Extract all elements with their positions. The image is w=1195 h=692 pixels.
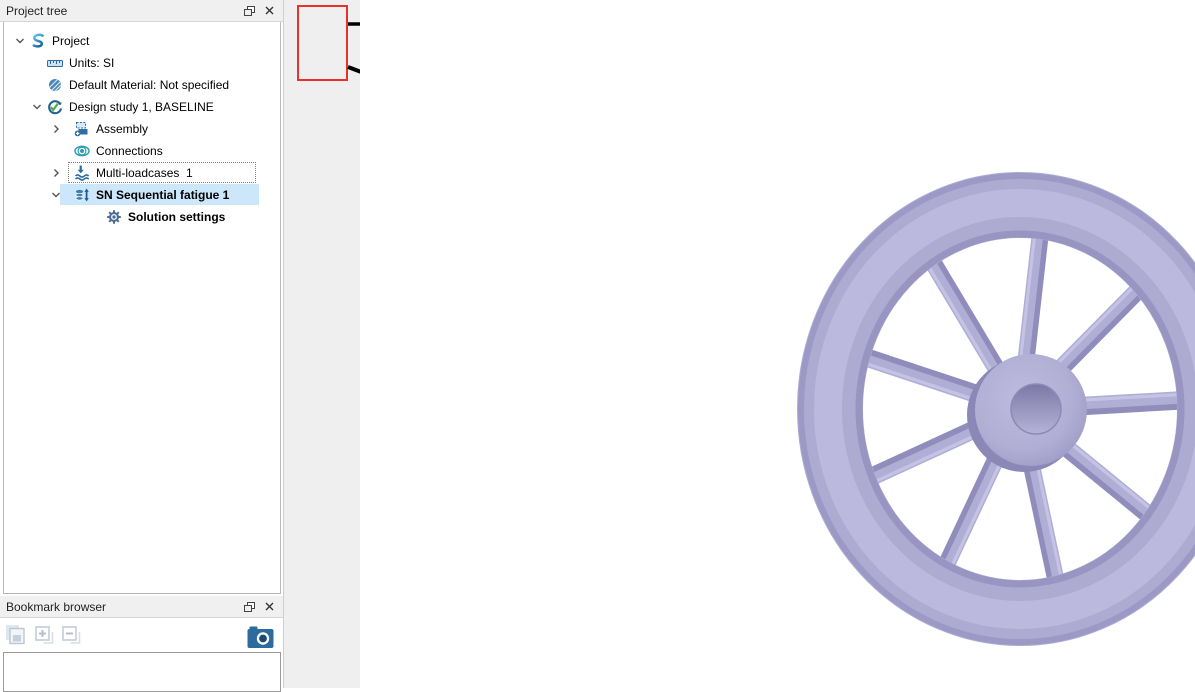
float-panel-button[interactable]: [241, 599, 257, 615]
float-icon: [244, 602, 255, 612]
connections-icon: [74, 143, 90, 159]
simcenter-logo-icon: [30, 33, 46, 49]
material-icon: [47, 77, 63, 93]
assembly-icon: [74, 121, 90, 137]
copy-bookmark-icon[interactable]: [5, 624, 28, 652]
add-bookmark-icon[interactable]: [34, 624, 57, 652]
bookmark-browser-title: Bookmark browser: [6, 600, 237, 614]
close-icon: [265, 602, 274, 611]
chevron-right-icon[interactable]: [48, 168, 64, 178]
tree-item-units[interactable]: Units: SI: [4, 52, 280, 74]
float-icon: [244, 6, 255, 16]
model-viewport[interactable]: [360, 0, 1195, 688]
tree-item-default-material[interactable]: Default Material: Not specified: [4, 74, 280, 96]
solution-settings-gear-icon: [106, 209, 122, 225]
close-panel-button[interactable]: [261, 3, 277, 19]
tree-item-multi-loadcases[interactable]: Multi-loadcases 1: [4, 162, 280, 184]
chevron-down-icon[interactable]: [29, 102, 45, 112]
tree-item-assembly[interactable]: Assembly: [4, 118, 280, 140]
camera-icon[interactable]: [247, 626, 274, 654]
bookmark-list[interactable]: [3, 652, 281, 692]
tree-item-connections[interactable]: Connections: [4, 140, 280, 162]
chevron-down-icon[interactable]: [12, 36, 28, 46]
wheel-model: [790, 162, 1195, 654]
ruler-icon: [47, 55, 63, 71]
float-panel-button[interactable]: [241, 3, 257, 19]
application-window: Project tree Project Units: SI: [0, 0, 1195, 688]
tree-item-project[interactable]: Project: [4, 30, 280, 52]
project-tree-titlebar: Project tree: [0, 0, 283, 22]
bookmark-browser-titlebar: Bookmark browser: [0, 596, 283, 618]
project-tree-title: Project tree: [6, 4, 237, 18]
project-tree: Project Units: SI Default Material: Not …: [3, 22, 281, 594]
tree-item-design-study[interactable]: Design study 1, BASELINE: [4, 96, 280, 118]
remove-bookmark-icon[interactable]: [61, 624, 84, 652]
fatigue-icon: [74, 187, 90, 203]
close-panel-button[interactable]: [261, 599, 277, 615]
tree-item-solution-settings[interactable]: Solution settings: [4, 206, 280, 228]
multi-loadcases-icon: [74, 165, 90, 181]
design-study-icon: [47, 99, 63, 115]
close-icon: [265, 6, 274, 15]
chevron-right-icon[interactable]: [48, 124, 64, 134]
chevron-down-icon[interactable]: [48, 190, 64, 200]
bookmark-toolbar: [0, 618, 283, 652]
tree-item-sn-sequential-fatigue[interactable]: SN Sequential fatigue 1: [4, 184, 280, 206]
